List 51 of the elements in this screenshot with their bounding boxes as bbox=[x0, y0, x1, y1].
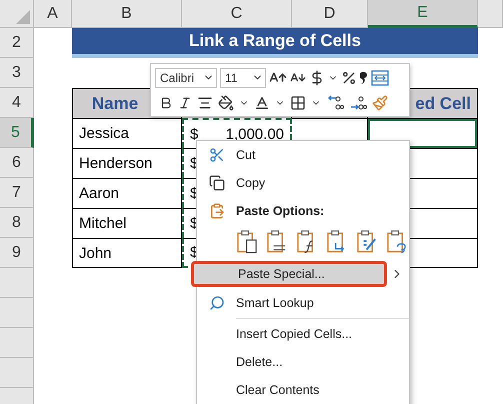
italic-icon[interactable] bbox=[178, 96, 192, 110]
sheet-title: Link a Range of Cells bbox=[72, 28, 478, 58]
menu-heading: Paste Options: bbox=[236, 204, 324, 218]
row-header[interactable]: 6 bbox=[0, 148, 34, 178]
column-header[interactable]: A bbox=[34, 0, 72, 28]
name-cell: John bbox=[72, 238, 182, 268]
corner-triangle-icon bbox=[16, 10, 30, 24]
column-header[interactable]: E bbox=[368, 0, 478, 28]
scissors-icon bbox=[208, 147, 224, 163]
currency-symbol: $ bbox=[190, 126, 198, 142]
name-cell: Mitchel bbox=[72, 208, 182, 238]
menu-item[interactable]: Delete... bbox=[197, 348, 409, 376]
comma-icon[interactable] bbox=[360, 70, 368, 84]
menu-item[interactable]: Smart Lookup bbox=[197, 289, 409, 317]
column-header[interactable]: D bbox=[292, 0, 368, 28]
paste-icon[interactable] bbox=[236, 229, 259, 255]
font-color-icon[interactable] bbox=[254, 94, 270, 110]
row-header[interactable]: 5 bbox=[0, 118, 34, 148]
bold-icon[interactable] bbox=[159, 96, 173, 110]
align-center-icon[interactable] bbox=[197, 94, 213, 110]
paste-link-icon[interactable] bbox=[386, 229, 409, 255]
menu-item[interactable]: Copy bbox=[197, 169, 409, 197]
row-header[interactable]: 2 bbox=[0, 28, 34, 58]
decrease-decimal-icon[interactable] bbox=[349, 94, 367, 112]
column-header[interactable]: B bbox=[72, 0, 182, 28]
copy-icon bbox=[208, 175, 224, 191]
font-dropdown[interactable]: Calibri bbox=[155, 68, 217, 88]
menu-item[interactable]: Insert Copied Cells... bbox=[197, 320, 409, 348]
row-header[interactable]: 8 bbox=[0, 208, 34, 238]
format-painter-icon[interactable] bbox=[372, 94, 388, 110]
name-cell: Jessica bbox=[72, 118, 182, 148]
fill-color-icon[interactable] bbox=[218, 94, 234, 110]
name-cell: Henderson bbox=[72, 148, 182, 178]
amount-value: 1,000.00 bbox=[226, 126, 284, 142]
menu-item[interactable]: Cut bbox=[197, 141, 409, 169]
font-size-dropdown[interactable]: 11 bbox=[220, 68, 266, 88]
menu-item[interactable]: Clear Contents bbox=[197, 376, 409, 404]
increase-decimal-icon[interactable] bbox=[326, 94, 344, 112]
row-header[interactable]: 7 bbox=[0, 178, 34, 208]
name-cell: Aaron bbox=[72, 178, 182, 208]
column-header[interactable]: C bbox=[182, 0, 292, 28]
row-header[interactable]: 3 bbox=[0, 58, 34, 88]
paste-formatting-icon[interactable] bbox=[356, 229, 379, 255]
borders-icon[interactable] bbox=[290, 94, 306, 110]
clipboard-icon bbox=[208, 203, 224, 219]
active-cell[interactable] bbox=[368, 118, 478, 148]
wrap-text-icon[interactable] bbox=[371, 70, 389, 86]
search-icon bbox=[208, 295, 224, 311]
row-header[interactable]: 4 bbox=[0, 88, 34, 118]
row-header[interactable]: 9 bbox=[0, 238, 34, 268]
percent-icon[interactable] bbox=[341, 70, 357, 86]
